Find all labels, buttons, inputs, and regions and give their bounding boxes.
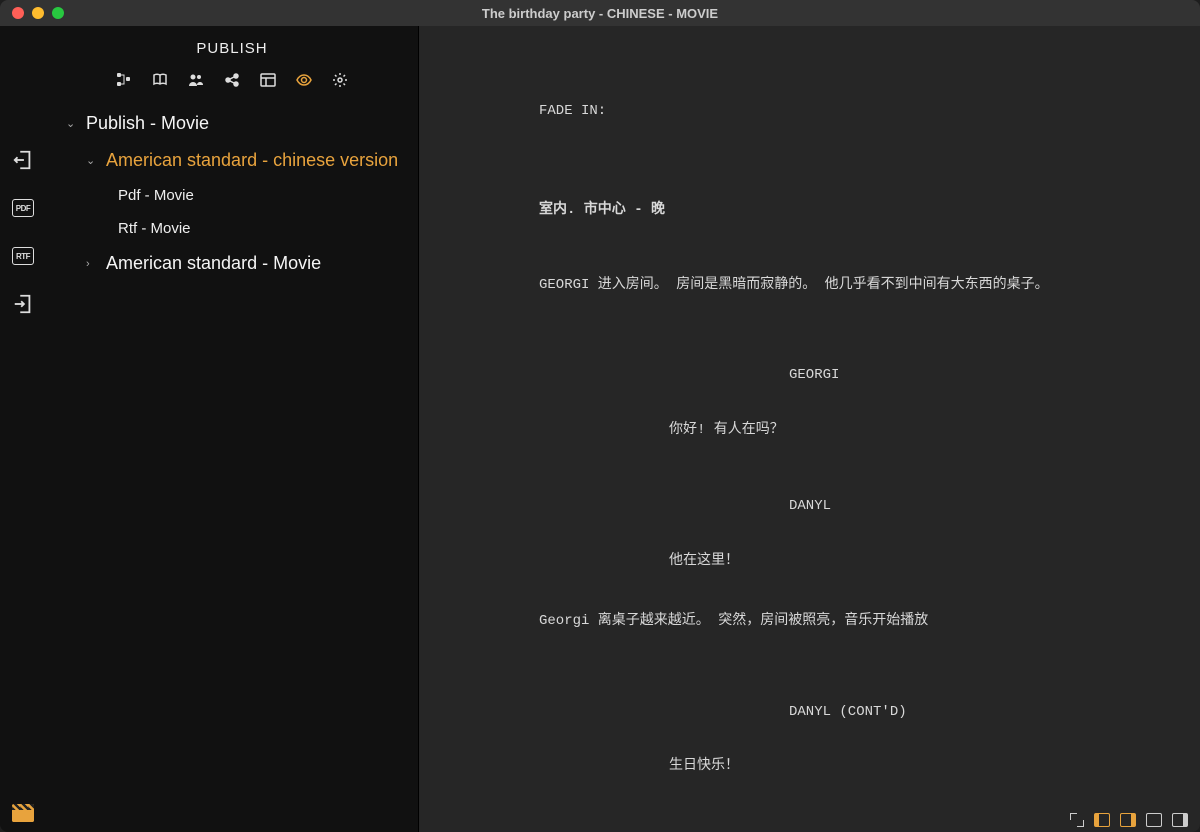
pdf-icon[interactable]: PDF — [9, 194, 37, 222]
layout-icon[interactable] — [259, 71, 277, 89]
clapperboard-icon[interactable] — [12, 804, 34, 822]
publish-tree: ⌄ Publish - Movie ⌄ American standard - … — [46, 101, 418, 286]
tree-label: American standard - Movie — [106, 253, 321, 274]
share-icon[interactable] — [223, 71, 241, 89]
window-title: The birthday party - CHINESE - MOVIE — [0, 6, 1200, 21]
tree-icon[interactable] — [115, 71, 133, 89]
chevron-down-icon: ⌄ — [86, 154, 100, 167]
script-dialog: 你好! 有人在吗？ — [669, 421, 1029, 439]
tree-label: Publish - Movie — [86, 113, 209, 134]
chevron-down-icon: ⌄ — [66, 117, 80, 130]
body: PDF RTF PUBLISH — [0, 26, 1200, 832]
app-window: The birthday party - CHINESE - MOVIE PDF… — [0, 0, 1200, 832]
close-window-button[interactable] — [12, 7, 24, 19]
titlebar: The birthday party - CHINESE - MOVIE — [0, 0, 1200, 26]
import-icon[interactable] — [9, 290, 37, 318]
gear-icon[interactable] — [331, 71, 349, 89]
tree-label: Rtf - Movie — [118, 220, 191, 237]
script-dialog: 生日快乐！ — [669, 757, 1029, 775]
panel-none-icon[interactable] — [1146, 813, 1162, 827]
export-icon[interactable] — [9, 146, 37, 174]
panel-right-icon[interactable] — [1120, 813, 1136, 827]
script-scene-heading: 室内. 市中心 - 晚 — [539, 201, 1150, 219]
tree-label: American standard - chinese version — [106, 150, 398, 171]
script-dialog: 他在这里！ — [669, 552, 1029, 570]
tree-label: Pdf - Movie — [118, 187, 194, 204]
book-icon[interactable] — [151, 71, 169, 89]
script-character-cue: GEORGI — [789, 366, 1150, 384]
script-action: GEORGI 进入房间。 房间是黑暗而寂静的。 他几乎看不到中间有大东西的桌子。 — [539, 276, 1099, 294]
preview-icon[interactable] — [295, 71, 313, 89]
sidebar: PUBLISH — [46, 26, 418, 832]
chevron-right-icon: › — [86, 258, 100, 270]
maximize-window-button[interactable] — [52, 7, 64, 19]
script-body: FADE IN: 室内. 市中心 - 晚 GEORGI 进入房间。 房间是黑暗而… — [469, 66, 1150, 832]
panel-alt-icon[interactable] — [1172, 813, 1188, 827]
main-preview: FADE IN: 室内. 市中心 - 晚 GEORGI 进入房间。 房间是黑暗而… — [418, 26, 1200, 832]
script-action: Georgi 离桌子越来越近。 突然，房间被照亮，音乐开始播放 — [539, 612, 1099, 630]
tree-item-american-movie[interactable]: › American standard - Movie — [46, 245, 418, 282]
tree-root-publish-movie[interactable]: ⌄ Publish - Movie — [46, 105, 418, 142]
script-character-cue: DANYL — [789, 497, 1150, 515]
statusbar — [1058, 808, 1200, 832]
left-rail: PDF RTF — [0, 26, 46, 832]
fullscreen-icon[interactable] — [1070, 813, 1084, 827]
tree-item-american-chinese[interactable]: ⌄ American standard - chinese version — [46, 142, 418, 179]
tree-leaf-pdf[interactable]: Pdf - Movie — [46, 179, 418, 212]
script-transition: FADE IN: — [539, 102, 1150, 120]
sidebar-toolbar — [46, 67, 418, 101]
window-controls — [0, 7, 64, 19]
tree-leaf-rtf[interactable]: Rtf - Movie — [46, 212, 418, 245]
sidebar-title: PUBLISH — [46, 36, 418, 67]
script-character-cue: DANYL (CONT'D) — [789, 703, 1150, 721]
rtf-icon[interactable]: RTF — [9, 242, 37, 270]
people-icon[interactable] — [187, 71, 205, 89]
panel-left-icon[interactable] — [1094, 813, 1110, 827]
minimize-window-button[interactable] — [32, 7, 44, 19]
